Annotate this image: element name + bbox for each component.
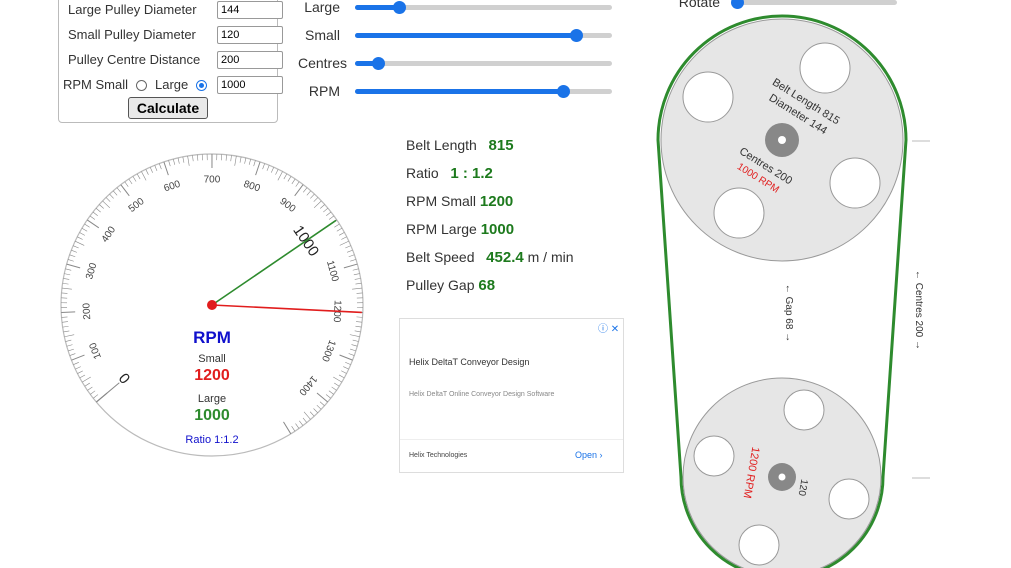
pulley-gap-value: 68 [478, 277, 496, 294]
diagram-centres-dimension: ← Centres 200 → [913, 270, 924, 350]
gauge-ratio-text: Ratio 1:1.2 [185, 434, 238, 446]
large-diameter-input[interactable] [217, 1, 283, 19]
rpm-gauge: 0100200300400500600700800900100011001200… [60, 153, 364, 457]
gauge-title: RPM [193, 328, 231, 347]
gauge-hub [207, 300, 217, 310]
result-rpm-small: RPM Small 1200 [406, 193, 513, 210]
gauge-large-value: 1000 [194, 407, 230, 424]
rpm-large-label: Large [155, 77, 189, 92]
rpm-large-radio[interactable] [196, 80, 207, 91]
belt-length-label: Belt Length [406, 137, 477, 153]
gauge-large-label: Large [198, 393, 226, 405]
ad-open-link[interactable]: Open › [575, 450, 603, 460]
large-pulley-hole [829, 157, 881, 209]
large-pulley-axle [778, 136, 786, 144]
centre-distance-label: Pulley Centre Distance [68, 52, 201, 67]
centre-distance-input[interactable] [217, 51, 283, 69]
large-diameter-label: Large Pulley Diameter [68, 2, 197, 17]
large-pulley-hole [682, 71, 734, 123]
pulley-gap-label: Pulley Gap [406, 277, 475, 293]
belt-length-value: 815 [488, 137, 514, 154]
ratio-value: 1 : 1.2 [450, 165, 493, 182]
small-pulley-hole [783, 389, 825, 431]
rpm-slider-fill [355, 89, 564, 94]
gauge-tick [61, 311, 76, 314]
rpm-large-result-label: RPM Large [406, 221, 477, 237]
rpm-small-radio[interactable] [136, 80, 147, 91]
rpm-input[interactable] [217, 76, 283, 94]
rpm-small-result-value: 1200 [479, 193, 514, 210]
small-diameter-label: Small Pulley Diameter [68, 27, 196, 42]
gauge-tick-label: 200 [81, 302, 93, 320]
advertisement[interactable]: ⓘ ✕ Helix DeltaT Conveyor Design Helix D… [399, 318, 624, 473]
small-pulley-hole [693, 435, 735, 477]
slider-label-large: Large [304, 0, 340, 15]
small-diameter-input[interactable] [217, 26, 283, 44]
ad-open-label: Open [575, 450, 598, 460]
belt-speed-unit: m / min [527, 249, 574, 265]
rpm-small-result-label: RPM Small [406, 193, 477, 209]
large-pulley-hole [713, 187, 765, 239]
ad-title[interactable]: Helix DeltaT Conveyor Design [409, 357, 529, 367]
ad-advertiser: Helix Technologies [409, 452, 468, 459]
rpm-slider-thumb[interactable] [557, 85, 571, 98]
result-belt-speed: Belt Speed 452.4 m / min [406, 249, 574, 266]
ad-info-close-icon[interactable]: ⓘ ✕ [598, 320, 619, 335]
small-slider[interactable] [355, 29, 612, 42]
pulley-input-form: Large Pulley Diameter Small Pulley Diame… [58, 0, 283, 123]
rpm-large-result-value: 1000 [480, 221, 515, 238]
belt-speed-value: 452.4 [486, 249, 524, 266]
small-pulley-hole [828, 478, 870, 520]
calculate-button[interactable]: Calculate [128, 97, 208, 119]
centres-slider-thumb[interactable] [372, 57, 386, 70]
small-slider-fill [355, 33, 577, 38]
large-slider-thumb[interactable] [392, 1, 406, 14]
belt-speed-label: Belt Speed [406, 249, 475, 265]
gauge-tick-label: 700 [204, 175, 221, 186]
gauge-small-value: 1200 [194, 367, 230, 384]
gauge-small-label: Small [198, 353, 226, 365]
small-pulley-axle [778, 473, 786, 481]
slider-label-small: Small [304, 27, 340, 43]
small-slider-thumb[interactable] [570, 29, 584, 42]
ad-subtitle: Helix DeltaT Online Conveyor Design Soft… [409, 391, 555, 398]
result-ratio: Ratio 1 : 1.2 [406, 165, 493, 182]
large-slider[interactable] [355, 1, 612, 14]
large-pulley-hole [799, 42, 851, 94]
ad-divider [400, 439, 623, 440]
slider-label-centres: Centres [297, 55, 347, 71]
small-pulley-hole [738, 524, 780, 566]
rpm-small-label: RPM Small [63, 77, 129, 92]
slider-label-rpm: RPM [308, 83, 340, 99]
rpm-slider[interactable] [355, 85, 612, 98]
result-rpm-large: RPM Large 1000 [406, 221, 514, 238]
ratio-label: Ratio [406, 165, 439, 181]
centres-slider[interactable] [355, 57, 612, 70]
result-pulley-gap: Pulley Gap 68 [406, 277, 495, 294]
diagram-gap: ← Gap 68 → [783, 284, 794, 342]
result-belt-length: Belt Length 815 [406, 137, 514, 154]
chevron-right-icon: › [599, 450, 603, 460]
pulley-diagram: Belt Length 815 Diameter 144 Centres 200… [656, 14, 930, 568]
